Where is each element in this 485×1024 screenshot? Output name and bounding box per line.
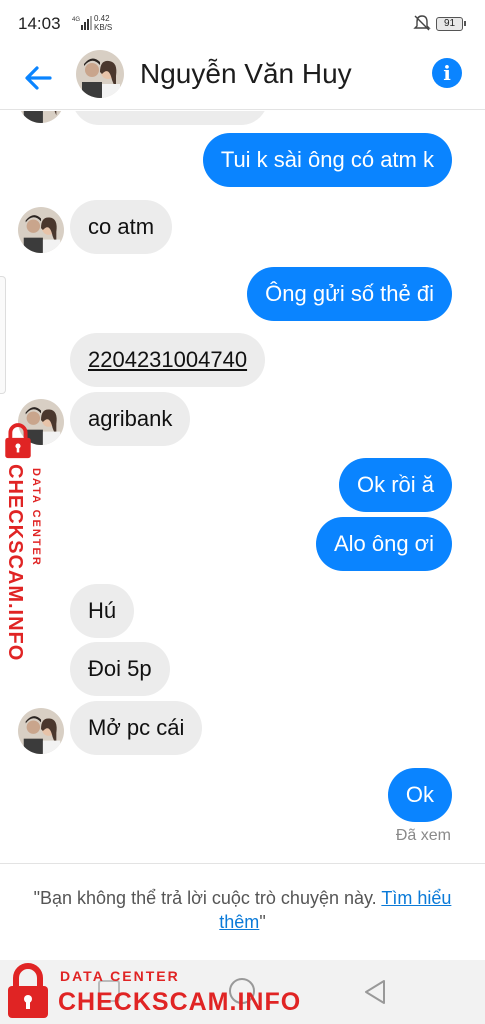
watermark-side-title: CHECKSCAM.INFO [4,464,26,662]
watermark-subtitle: DATA CENTER [60,968,180,984]
cannot-reply-notice: "Bạn không thể trả lời cuộc trò chuyện n… [22,886,463,934]
speed-unit: KB/S [94,23,113,32]
contact-name[interactable]: Nguyễn Văn Huy [140,58,352,90]
status-time: 14:03 [18,14,61,33]
sender-avatar [18,708,64,754]
back-arrow-icon[interactable] [20,60,56,96]
padlock-icon [8,963,48,1018]
edge-panel-handle[interactable] [0,276,6,394]
speed-value: 0.42 [94,14,110,23]
signal-icon: 4G [72,16,92,30]
network-type: 4G [72,17,80,23]
contact-avatar[interactable] [76,50,124,98]
message-outgoing[interactable]: Ông gửi số thẻ đi [247,267,452,321]
conversation-header: Nguyễn Văn Huy i [0,48,485,110]
message-outgoing[interactable]: Tui k sài ông có atm k [202,133,452,187]
padlock-icon [5,423,31,459]
status-bar: 14:03 4G 0.42 KB/S 91 [0,0,485,48]
notice-text: "Bạn không thể trả lời cuộc trò chuyện n… [33,888,382,908]
battery-icon: 91 [436,17,466,31]
seen-status: Đã xem [395,827,451,844]
watermark-title: CHECKSCAM.INFO [58,988,302,1016]
divider [0,863,485,864]
message-incoming[interactable]: co atm [70,200,173,254]
message-incoming[interactable]: Mở pc cái [70,701,203,755]
watermark-side-subtitle: DATA CENTER [30,468,42,567]
message-list: Tui k sài ông có atm k co atm Ông gửi số… [0,111,485,863]
message-bubble-partial [72,111,268,125]
bell-muted-icon [413,15,431,31]
watermark-side: CHECKSCAM.INFO DATA CENTER [0,420,46,662]
watermark-logo: DATA CENTER CHECKSCAM.INFO [0,962,300,1024]
sender-avatar [18,207,64,253]
message-incoming[interactable]: Hú [70,584,135,638]
sender-avatar [18,111,64,123]
message-outgoing[interactable]: Alo ông ơi [315,517,452,571]
message-incoming[interactable]: Đoi 5p [70,642,170,696]
message-outgoing[interactable]: Ok [387,768,452,822]
message-outgoing[interactable]: Ok rồi ă [338,458,452,512]
message-incoming-link[interactable]: 2204231004740 [70,333,266,387]
nav-back-icon[interactable] [362,978,388,1006]
info-icon[interactable]: i [432,58,462,88]
notice-end: " [259,912,266,932]
message-incoming[interactable]: agribank [70,392,191,446]
network-speed: 0.42 KB/S [94,14,112,32]
